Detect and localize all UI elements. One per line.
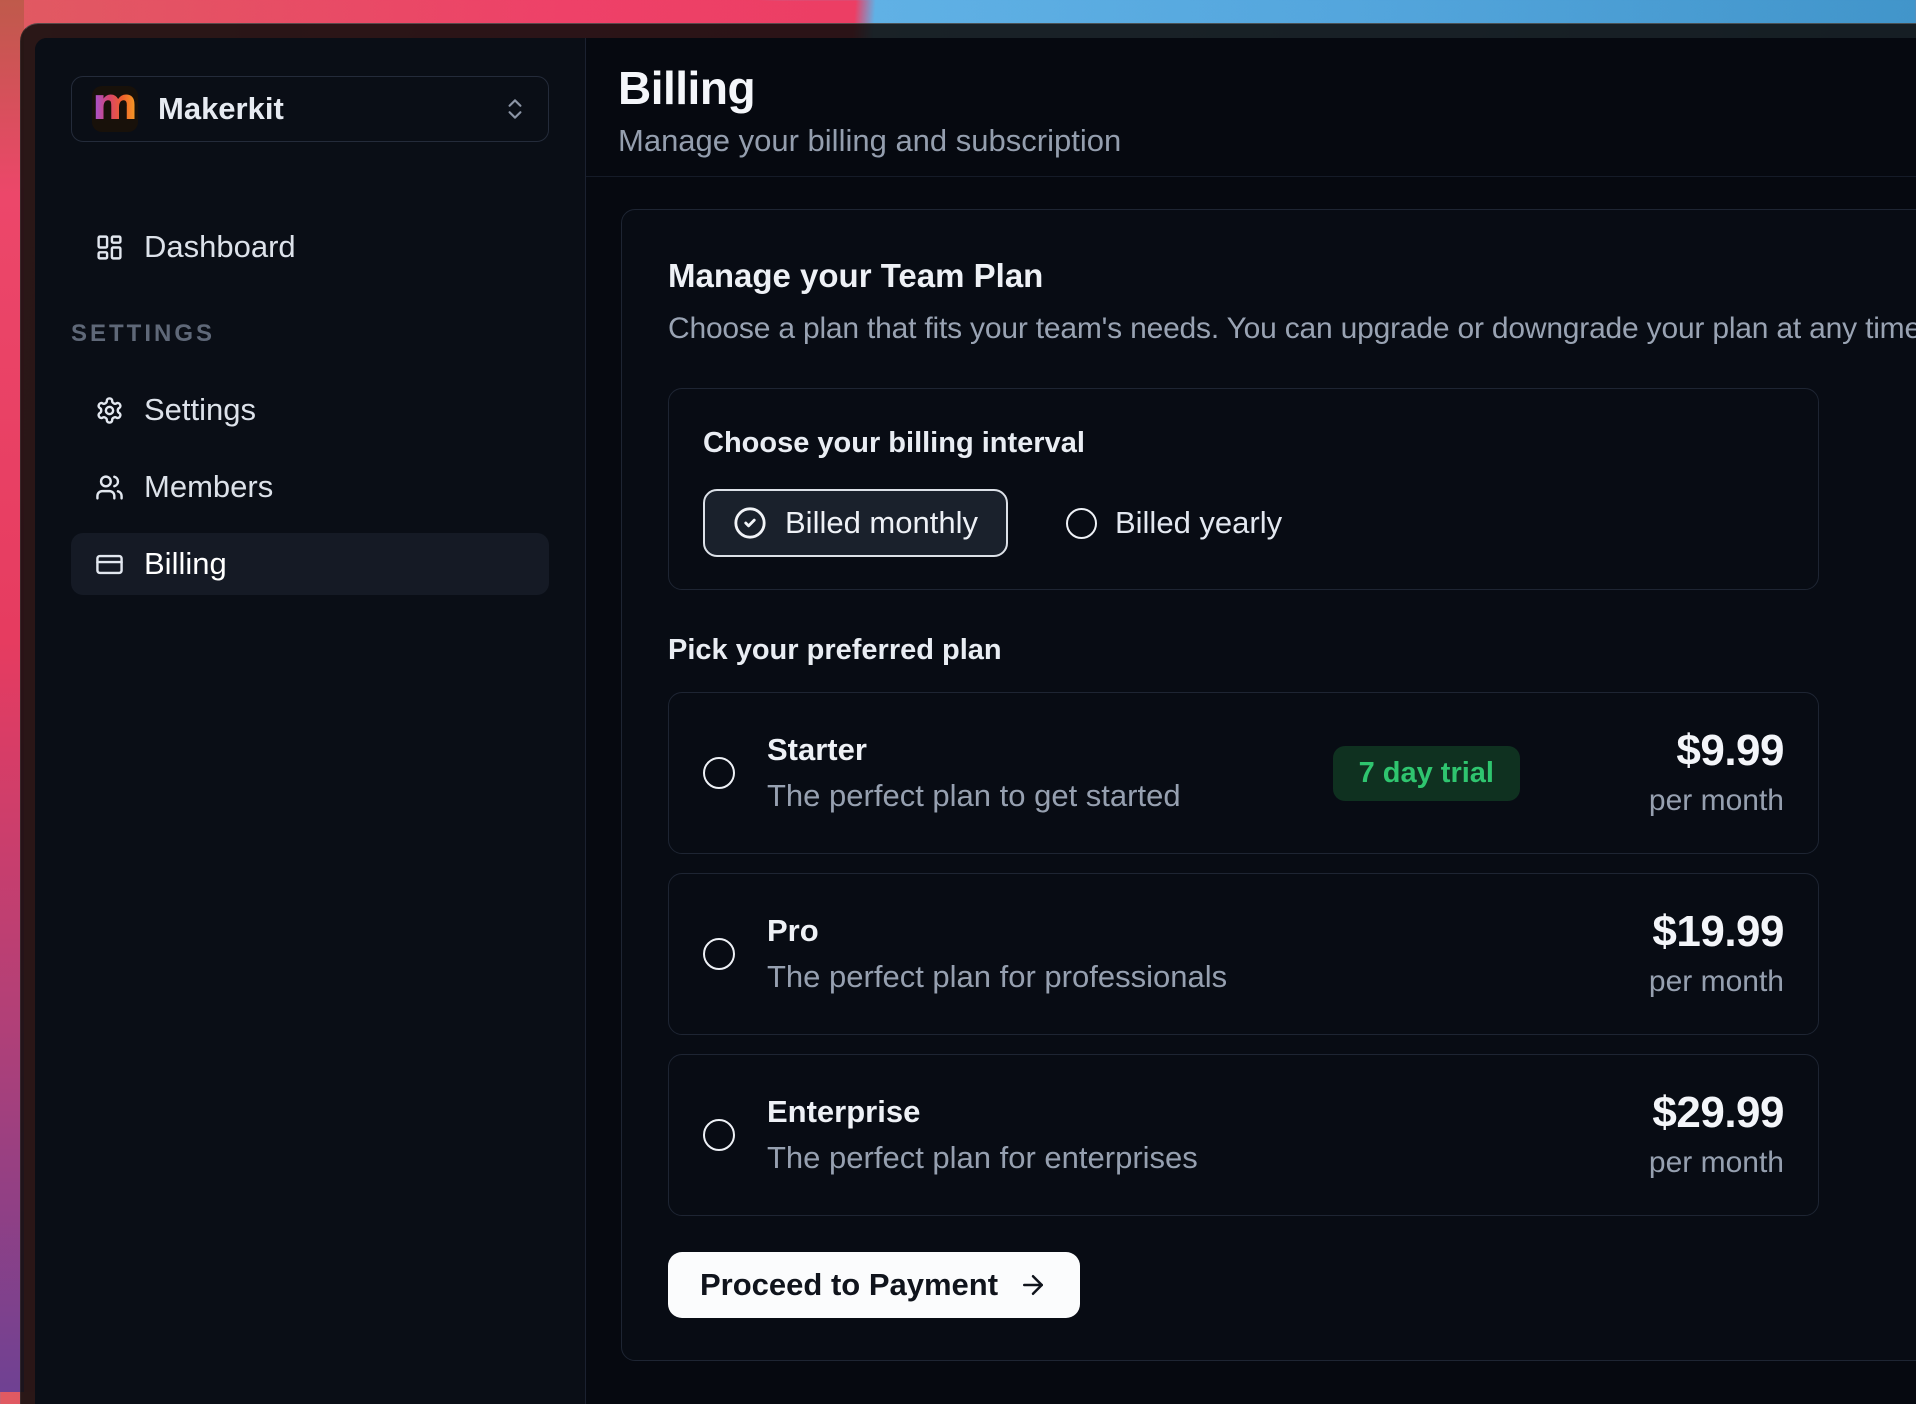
plan-price-block: $29.99 per month bbox=[1649, 1089, 1784, 1181]
app-frame: m Makerkit Dashboard SETTINGS bbox=[35, 38, 1916, 1404]
app-window: m Makerkit Dashboard SETTINGS bbox=[20, 23, 1916, 1404]
card-description: Choose a plan that fits your team's need… bbox=[668, 310, 1916, 348]
plan-text: Starter The perfect plan to get started bbox=[767, 732, 1181, 814]
page-subtitle: Manage your billing and subscription bbox=[618, 122, 1916, 160]
plan-text: Pro The perfect plan for professionals bbox=[767, 913, 1227, 995]
circle-check-icon bbox=[733, 506, 767, 540]
plan-price: $9.99 bbox=[1564, 727, 1784, 775]
plan-price: $19.99 bbox=[1649, 908, 1784, 956]
plan-row-pro[interactable]: Pro The perfect plan for professionals $… bbox=[668, 873, 1819, 1035]
plan-name: Starter bbox=[767, 732, 1181, 768]
users-icon bbox=[95, 473, 124, 502]
sidebar-item-label: Settings bbox=[144, 392, 256, 428]
proceed-to-payment-button[interactable]: Proceed to Payment bbox=[668, 1252, 1080, 1318]
arrow-right-icon bbox=[1018, 1270, 1048, 1300]
plan-price-block: $19.99 per month bbox=[1649, 908, 1784, 1000]
team-plan-card: Manage your Team Plan Choose a plan that… bbox=[621, 209, 1916, 1361]
main-content: Billing Manage your billing and subscrip… bbox=[585, 38, 1916, 1404]
gear-icon bbox=[95, 396, 124, 425]
plan-description: The perfect plan for enterprises bbox=[767, 1140, 1198, 1176]
plan-row-starter[interactable]: Starter The perfect plan to get started … bbox=[668, 692, 1819, 854]
page-header: Billing Manage your billing and subscrip… bbox=[586, 38, 1916, 177]
sidebar: m Makerkit Dashboard SETTINGS bbox=[35, 38, 585, 1404]
card-title: Manage your Team Plan bbox=[668, 256, 1916, 296]
plan-radio[interactable] bbox=[703, 938, 735, 970]
workspace-name: Makerkit bbox=[158, 91, 482, 127]
sidebar-nav: Dashboard SETTINGS Settings Members bbox=[71, 216, 549, 595]
radio-circle-icon bbox=[1066, 508, 1097, 539]
plan-period: per month bbox=[1564, 783, 1784, 819]
trial-badge: 7 day trial bbox=[1333, 746, 1520, 801]
plan-radio[interactable] bbox=[703, 1119, 735, 1151]
sidebar-item-label: Dashboard bbox=[144, 229, 296, 265]
billed-yearly-option[interactable]: Billed yearly bbox=[1066, 505, 1282, 541]
plan-price-block: $9.99 per month bbox=[1564, 727, 1784, 819]
billing-interval-label: Choose your billing interval bbox=[703, 425, 1784, 461]
dashboard-icon bbox=[95, 233, 124, 262]
sidebar-section-label: SETTINGS bbox=[71, 320, 549, 348]
page-title: Billing bbox=[618, 62, 1916, 114]
sidebar-item-dashboard[interactable]: Dashboard bbox=[71, 216, 549, 278]
plans-section-label: Pick your preferred plan bbox=[668, 632, 1916, 668]
chevrons-up-down-icon bbox=[502, 96, 528, 122]
workspace-selector[interactable]: m Makerkit bbox=[71, 76, 549, 142]
sidebar-item-label: Billing bbox=[144, 546, 227, 582]
plan-price: $29.99 bbox=[1649, 1089, 1784, 1137]
proceed-to-payment-label: Proceed to Payment bbox=[700, 1267, 998, 1303]
plan-name: Enterprise bbox=[767, 1094, 1198, 1130]
plan-period: per month bbox=[1649, 964, 1784, 1000]
makerkit-logo-letter: m bbox=[92, 83, 138, 127]
billed-yearly-label: Billed yearly bbox=[1115, 505, 1282, 541]
plan-name: Pro bbox=[767, 913, 1227, 949]
plan-radio[interactable] bbox=[703, 757, 735, 789]
billing-interval-options: Billed monthly Billed yearly bbox=[703, 489, 1784, 557]
sidebar-item-label: Members bbox=[144, 469, 273, 505]
billed-monthly-option[interactable]: Billed monthly bbox=[703, 489, 1008, 557]
billed-monthly-label: Billed monthly bbox=[785, 505, 978, 541]
plan-text: Enterprise The perfect plan for enterpri… bbox=[767, 1094, 1198, 1176]
credit-card-icon bbox=[95, 550, 124, 579]
plan-description: The perfect plan to get started bbox=[767, 778, 1181, 814]
billing-interval-group: Choose your billing interval Billed mont… bbox=[668, 388, 1819, 590]
sidebar-item-settings[interactable]: Settings bbox=[71, 379, 549, 441]
makerkit-logo: m bbox=[92, 86, 138, 132]
plan-description: The perfect plan for professionals bbox=[767, 959, 1227, 995]
sidebar-item-billing[interactable]: Billing bbox=[71, 533, 549, 595]
plan-period: per month bbox=[1649, 1145, 1784, 1181]
sidebar-item-members[interactable]: Members bbox=[71, 456, 549, 518]
plan-row-enterprise[interactable]: Enterprise The perfect plan for enterpri… bbox=[668, 1054, 1819, 1216]
